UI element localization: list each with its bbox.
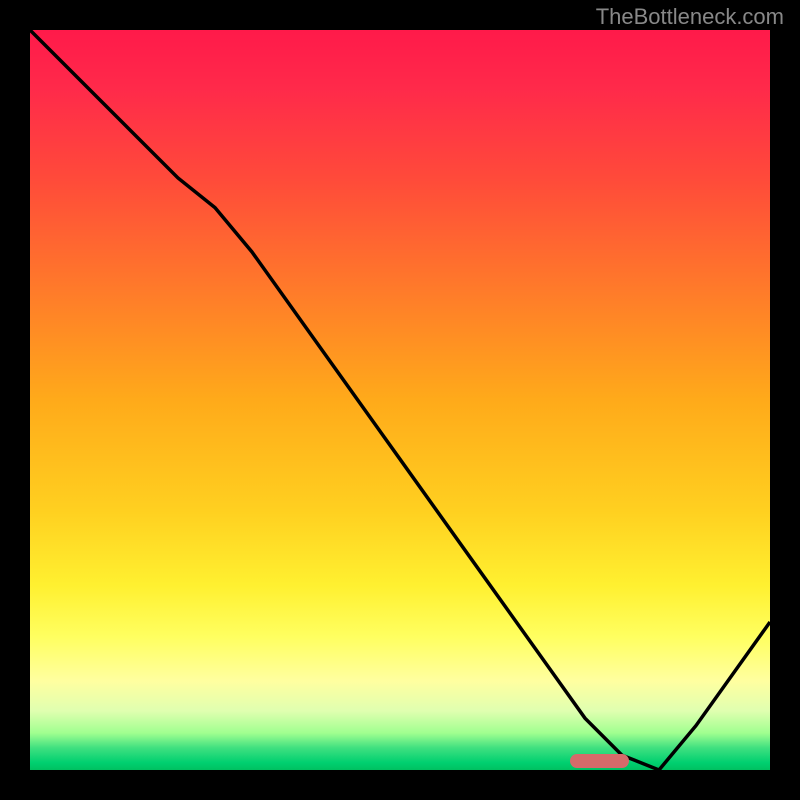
chart-area [30,30,770,770]
bottleneck-curve [30,30,770,770]
curve-svg [30,30,770,770]
watermark-text: TheBottleneck.com [596,4,784,30]
optimal-range-marker [570,754,629,768]
